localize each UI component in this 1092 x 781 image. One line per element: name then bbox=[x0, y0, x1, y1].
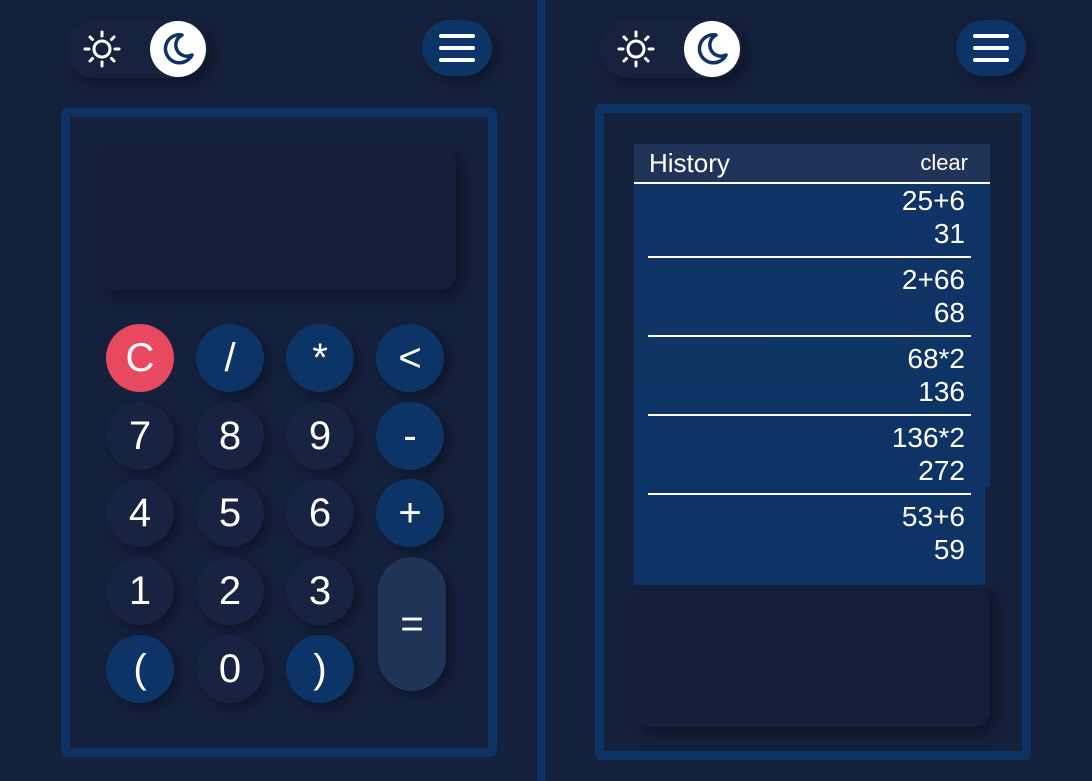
panel-divider bbox=[537, 0, 545, 781]
menu-icon-bar bbox=[439, 46, 475, 50]
clear-history-button[interactable]: clear bbox=[920, 150, 968, 176]
theme-toggle[interactable] bbox=[66, 20, 208, 78]
minus-button[interactable]: - bbox=[376, 402, 444, 470]
backspace-button[interactable]: < bbox=[376, 324, 444, 392]
calculator-panel: C / * < 7 8 9 - 4 5 6 + 1 2 3 = ( 0 ) bbox=[0, 0, 537, 781]
open-paren-button[interactable]: ( bbox=[106, 635, 174, 703]
key-3[interactable]: 3 bbox=[286, 557, 354, 625]
sun-icon bbox=[617, 30, 655, 68]
history-entry[interactable]: 68*2 136 bbox=[648, 335, 971, 414]
calculator-display-behind bbox=[634, 585, 990, 727]
theme-knob[interactable] bbox=[684, 21, 740, 77]
history-panel: History clear 25+6 31 2+66 68 68*2 136 1… bbox=[545, 0, 1092, 781]
menu-icon-bar bbox=[973, 34, 1009, 38]
key-5[interactable]: 5 bbox=[196, 479, 264, 547]
moon-icon bbox=[697, 33, 728, 65]
history-result: 136 bbox=[918, 376, 965, 407]
sun-icon bbox=[83, 30, 121, 68]
divide-button[interactable]: / bbox=[196, 324, 264, 392]
history-result: 59 bbox=[933, 534, 965, 565]
history-result: 272 bbox=[918, 455, 965, 486]
history-entry[interactable]: 25+6 31 bbox=[648, 184, 971, 256]
history-entry[interactable]: 136*2 272 bbox=[648, 414, 971, 493]
menu-icon-bar bbox=[973, 58, 1009, 62]
clear-button[interactable]: C bbox=[106, 324, 174, 392]
key-9[interactable]: 9 bbox=[286, 402, 354, 470]
history-title: History bbox=[649, 147, 730, 178]
calculator-display bbox=[100, 148, 456, 290]
menu-icon-bar bbox=[439, 34, 475, 38]
key-0[interactable]: 0 bbox=[196, 635, 264, 703]
moon-icon bbox=[163, 33, 194, 65]
menu-button[interactable] bbox=[422, 20, 492, 76]
key-2[interactable]: 2 bbox=[196, 557, 264, 625]
menu-icon-bar bbox=[439, 58, 475, 62]
key-1[interactable]: 1 bbox=[106, 557, 174, 625]
menu-icon-bar bbox=[973, 46, 1009, 50]
key-8[interactable]: 8 bbox=[196, 402, 264, 470]
history-result: 68 bbox=[933, 297, 965, 328]
history-popup: History clear 25+6 31 2+66 68 68*2 136 1… bbox=[634, 144, 990, 585]
theme-toggle[interactable] bbox=[600, 20, 742, 78]
history-expression: 136*2 bbox=[891, 422, 965, 453]
history-header: History clear bbox=[634, 144, 990, 184]
close-paren-button[interactable]: ) bbox=[286, 635, 354, 703]
history-result: 31 bbox=[933, 218, 965, 249]
history-scrollbar[interactable] bbox=[985, 487, 990, 585]
key-6[interactable]: 6 bbox=[286, 479, 354, 547]
history-expression: 2+66 bbox=[901, 264, 965, 295]
key-7[interactable]: 7 bbox=[106, 402, 174, 470]
history-list[interactable]: 25+6 31 2+66 68 68*2 136 136*2 272 53+6 … bbox=[634, 184, 990, 572]
theme-knob[interactable] bbox=[150, 21, 206, 77]
history-expression: 25+6 bbox=[901, 185, 965, 216]
equals-button[interactable]: = bbox=[378, 557, 446, 691]
history-entry[interactable]: 53+6 59 bbox=[648, 493, 971, 572]
plus-button[interactable]: + bbox=[376, 479, 444, 547]
menu-button[interactable] bbox=[956, 20, 1026, 76]
multiply-button[interactable]: * bbox=[286, 324, 354, 392]
history-expression: 68*2 bbox=[907, 343, 965, 374]
history-expression: 53+6 bbox=[901, 501, 965, 532]
key-4[interactable]: 4 bbox=[106, 479, 174, 547]
history-entry[interactable]: 2+66 68 bbox=[648, 256, 971, 335]
